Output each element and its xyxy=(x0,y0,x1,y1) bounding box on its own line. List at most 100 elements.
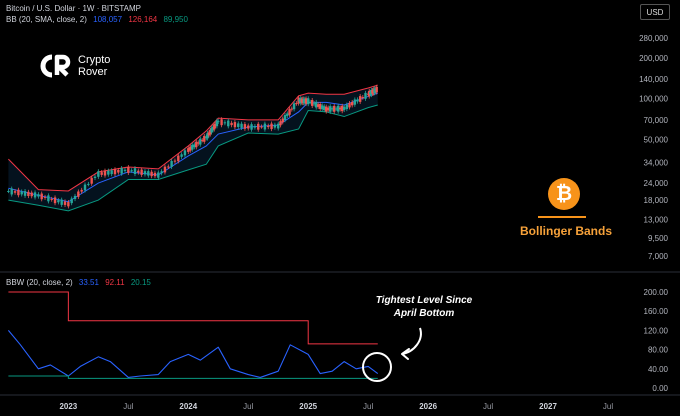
candle-body xyxy=(177,155,180,162)
bb-upper-value: 126,164 xyxy=(128,15,158,24)
bollinger-bands-title: Bollinger Bands xyxy=(520,224,613,238)
candle-body xyxy=(87,183,90,185)
price-tick-label: 140,000 xyxy=(639,75,668,84)
bbw-tick-label: 120.00 xyxy=(644,326,669,335)
bbw-value: 33.51 xyxy=(78,278,99,287)
candle-body xyxy=(33,192,37,198)
time-tick-label: 2025 xyxy=(299,402,317,411)
candle-body xyxy=(361,97,365,99)
time-tick-label: Jul xyxy=(363,402,373,411)
bbw-tick-label: 160.00 xyxy=(644,307,669,316)
candle-body xyxy=(247,125,250,129)
candle-body xyxy=(20,191,23,195)
candle-body xyxy=(110,170,113,175)
candle-body xyxy=(220,119,223,126)
time-tick-label: 2023 xyxy=(59,402,77,411)
crypto-rover-logo: Crypto Rover xyxy=(40,54,110,78)
time-tick-label: Jul xyxy=(603,402,613,411)
bb-lower-value: 89,950 xyxy=(163,15,188,24)
candle-body xyxy=(240,123,243,128)
bbw-tick-label: 0.00 xyxy=(652,384,668,393)
price-tick-label: 18,000 xyxy=(644,196,669,205)
candle-body xyxy=(167,166,170,168)
candle-body xyxy=(150,171,153,177)
candle-body xyxy=(227,120,230,127)
candle-body xyxy=(281,118,284,123)
bbw-highest-line xyxy=(8,291,378,345)
candle-body xyxy=(73,195,77,200)
candle-body xyxy=(113,169,117,175)
price-tick-label: 200,000 xyxy=(639,54,668,63)
candle-body xyxy=(364,92,367,99)
bbw-line xyxy=(7,330,379,378)
candle-body xyxy=(63,201,67,205)
candle-body xyxy=(358,96,362,102)
bbw-tick-label: 80.00 xyxy=(648,346,669,355)
candle-body xyxy=(199,138,202,145)
candle-body xyxy=(292,103,296,110)
candle-body xyxy=(117,169,120,173)
candle-body xyxy=(53,197,57,204)
bbw-pane xyxy=(7,291,379,379)
candle-body xyxy=(223,122,227,124)
currency-button[interactable]: USD xyxy=(640,4,670,20)
price-tick-label: 13,000 xyxy=(644,215,669,224)
candle-body xyxy=(260,126,263,128)
candle-body xyxy=(342,106,346,110)
time-tick-label: 2027 xyxy=(539,402,557,411)
bbw-label: BBW (20, close, 2) xyxy=(6,278,73,287)
bb-legend: BB (20, SMA, close, 2) 108,057 126,164 8… xyxy=(6,15,188,24)
candle-body xyxy=(140,169,143,175)
bbw-lowest-line xyxy=(8,375,378,379)
bbw-legend: BBW (20, close, 2) 33.51 92.11 20.15 xyxy=(6,278,151,287)
candle-body xyxy=(233,122,237,128)
candle-body xyxy=(356,99,359,102)
candle-body xyxy=(123,169,127,171)
time-tick-label: 2026 xyxy=(419,402,437,411)
candle-body xyxy=(348,103,351,108)
price-tick-label: 7,000 xyxy=(648,252,669,261)
candle-body xyxy=(160,171,163,174)
annotation-arrow xyxy=(401,327,422,355)
candle-body xyxy=(40,193,43,200)
candle-body xyxy=(311,100,314,106)
candle-body xyxy=(307,98,310,105)
price-tick-label: 70,000 xyxy=(644,116,669,125)
candle-body xyxy=(153,172,157,177)
candle-body xyxy=(70,198,73,204)
bitcoin-icon: ₿ xyxy=(548,178,580,210)
candle-body xyxy=(67,202,70,207)
candle-body xyxy=(147,171,150,176)
candle-body xyxy=(217,121,220,123)
candle-body xyxy=(288,109,291,115)
candle-body xyxy=(133,168,137,175)
candle-body xyxy=(107,170,110,175)
candle-body xyxy=(10,188,13,195)
logo-text-line2: Rover xyxy=(78,66,108,78)
candle-body xyxy=(163,166,167,173)
candle-body xyxy=(100,172,103,175)
candle-body xyxy=(143,171,147,175)
candle-body xyxy=(350,101,354,106)
annotation-line2: April Bottom xyxy=(393,308,455,319)
candle-body xyxy=(57,200,60,203)
bbw-lowest-value: 20.15 xyxy=(130,278,151,287)
candle-body xyxy=(37,194,40,197)
bb-basis-value: 108,057 xyxy=(93,15,123,24)
candle-body xyxy=(257,123,260,130)
price-tick-label: 50,000 xyxy=(644,136,669,145)
candle-body xyxy=(7,190,10,192)
candle-body xyxy=(27,191,30,196)
candle-body xyxy=(13,191,17,193)
annotation-overlay xyxy=(362,327,422,382)
candle-body xyxy=(263,123,267,130)
candle-body xyxy=(30,192,33,197)
bbw-tick-label: 200.00 xyxy=(644,288,669,297)
candle-body xyxy=(127,167,130,173)
candle-body xyxy=(90,177,93,184)
candle-body xyxy=(137,170,140,173)
candle-body xyxy=(120,168,123,174)
candle-body xyxy=(23,191,27,196)
price-pane xyxy=(7,84,378,212)
price-tick-label: 24,000 xyxy=(644,179,669,188)
